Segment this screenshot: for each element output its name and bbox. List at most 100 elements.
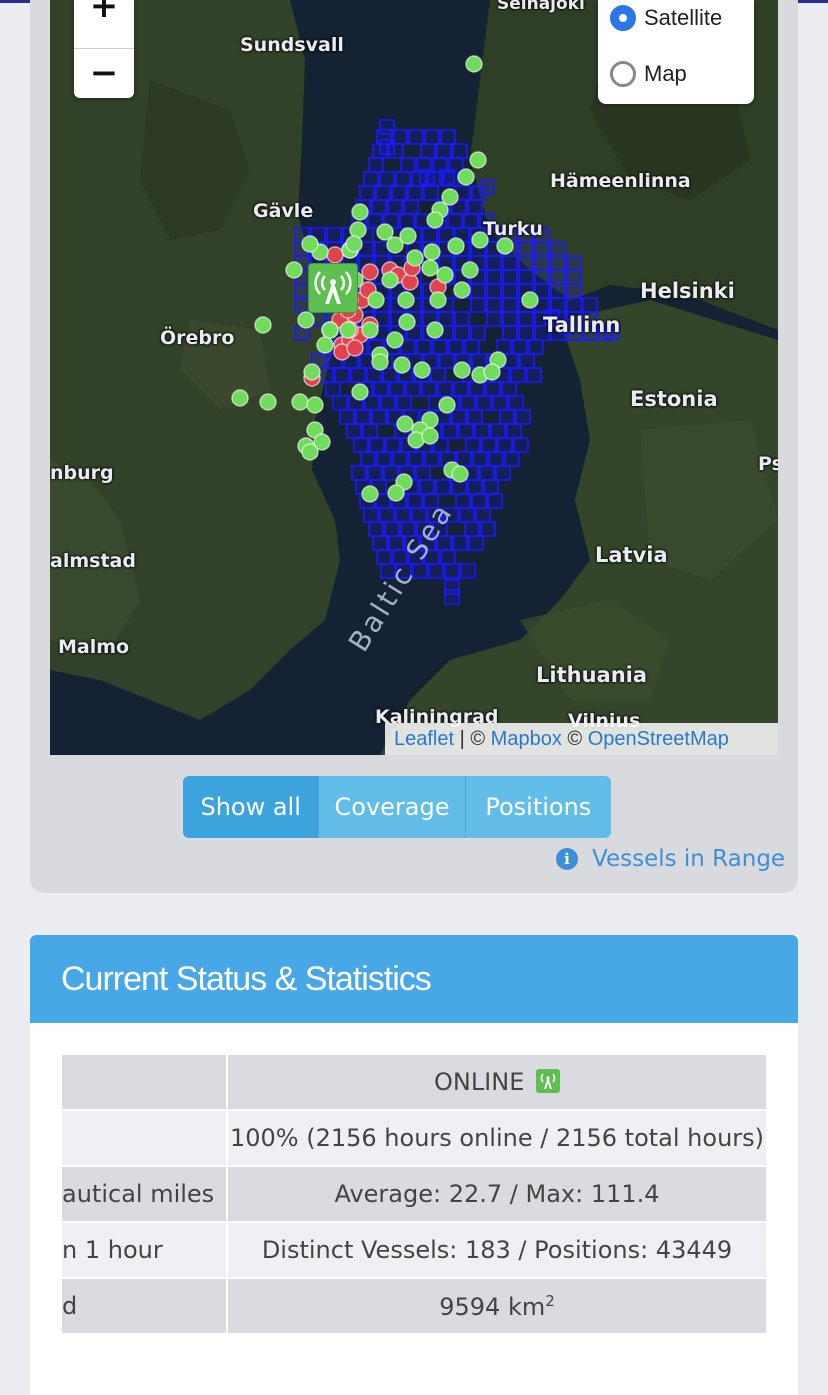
stat-value: 100% (2156 hours online / 2156 total hou… xyxy=(226,1109,768,1167)
layer-switcher: Satellite Map xyxy=(598,0,754,104)
layer-option-map[interactable]: Map xyxy=(610,61,687,87)
map-view[interactable]: Seinajoki Sundsvall Hämeenlinna Gävle Tu… xyxy=(50,0,778,755)
vessel-marker-green xyxy=(426,321,444,339)
status-panel: Current Status & Statistics ONLINE 100% … xyxy=(30,935,798,1395)
vessel-marker-green xyxy=(303,363,321,381)
leaflet-link[interactable]: Leaflet xyxy=(394,728,454,751)
area-value: 9594 km xyxy=(439,1292,546,1321)
antenna-icon[interactable] xyxy=(308,263,358,313)
vessel-marker-green xyxy=(316,336,334,354)
vessel-marker-green xyxy=(371,353,389,371)
vessel-marker-green xyxy=(453,361,471,379)
table-row: ONLINE xyxy=(60,1053,768,1111)
place-label: Sundsvall xyxy=(240,34,344,56)
vessel-marker-green xyxy=(447,237,465,255)
place-label: Örebro xyxy=(160,327,235,349)
map-attribution: Leaflet | © Mapbox © OpenStreetMap xyxy=(385,723,778,755)
vessel-marker-green xyxy=(426,211,444,229)
status-title: Current Status & Statistics xyxy=(30,935,798,1023)
stat-key xyxy=(60,1053,228,1111)
place-label: Tallinn xyxy=(543,313,621,337)
vessel-marker-green xyxy=(361,485,379,503)
vessel-marker-green xyxy=(399,227,417,245)
vessel-marker-green xyxy=(285,261,303,279)
vessel-marker-green xyxy=(321,321,339,339)
attribution-separator: | © xyxy=(454,727,491,750)
stat-value: ONLINE xyxy=(226,1053,768,1111)
stat-key: autical miles xyxy=(60,1165,228,1223)
vessel-marker-green xyxy=(413,361,431,379)
vessel-marker-green xyxy=(451,465,469,483)
place-label: Seinajoki xyxy=(497,0,585,14)
vessel-marker-green xyxy=(398,313,416,331)
zoom-out-button[interactable]: − xyxy=(74,48,134,97)
vessel-marker-green xyxy=(406,249,424,267)
zoom-in-button[interactable]: + xyxy=(74,0,134,30)
vessel-marker-green xyxy=(423,243,441,261)
map-view-toggle: Show all Coverage Positions xyxy=(183,776,611,838)
mapbox-link[interactable]: Mapbox xyxy=(491,728,562,751)
area-unit-exponent: 2 xyxy=(545,1291,555,1310)
place-label: nburg xyxy=(50,462,114,484)
vessel-marker-green xyxy=(461,261,479,279)
vessel-marker-green xyxy=(259,393,277,411)
vessel-markers xyxy=(231,55,539,503)
vessel-marker-green xyxy=(306,396,324,414)
vessel-marker-green xyxy=(397,291,415,309)
show-all-button[interactable]: Show all xyxy=(183,776,320,838)
positions-button[interactable]: Positions xyxy=(465,776,611,838)
zoom-control: + − xyxy=(74,0,134,98)
place-label: Malmo xyxy=(58,636,130,658)
vessel-marker-green xyxy=(453,281,471,299)
vessel-marker-green xyxy=(393,356,411,374)
place-label: Turku xyxy=(483,218,543,240)
vessel-marker-green xyxy=(421,427,439,445)
place-label: almstad xyxy=(50,550,136,572)
vessel-marker-green xyxy=(387,484,405,502)
vessel-marker-green xyxy=(301,235,319,253)
place-label: Helsinki xyxy=(640,279,735,303)
table-row: 100% (2156 hours online / 2156 total hou… xyxy=(60,1109,768,1167)
stats-table: ONLINE 100% (2156 hours online / 2156 to… xyxy=(60,1053,768,1335)
openstreetmap-link[interactable]: OpenStreetMap xyxy=(588,728,729,751)
vessel-marker-green xyxy=(345,235,363,253)
vessel-marker-red xyxy=(326,246,344,264)
vessel-marker-green xyxy=(457,168,475,186)
status-online-text: ONLINE xyxy=(433,1068,525,1096)
place-label: Ps xyxy=(758,453,778,475)
vessel-marker-green xyxy=(381,271,399,289)
table-row: n 1 hour Distinct Vessels: 183 / Positio… xyxy=(60,1221,768,1279)
radio-unchecked-icon[interactable] xyxy=(610,61,636,87)
table-row: autical miles Average: 22.7 / Max: 111.4 xyxy=(60,1165,768,1223)
vessel-marker-green xyxy=(429,291,447,309)
place-label: Lithuania xyxy=(536,663,648,687)
vessels-in-range-label: Vessels in Range xyxy=(592,846,786,872)
stat-key: d xyxy=(60,1277,228,1335)
vessel-marker-red xyxy=(346,339,364,357)
vessel-marker-green xyxy=(351,383,369,401)
layer-label: Satellite xyxy=(644,5,723,30)
vessel-marker-green xyxy=(483,363,501,381)
vessel-marker-green xyxy=(254,316,272,334)
vessel-marker-green xyxy=(291,393,309,411)
radio-checked-icon[interactable] xyxy=(610,5,636,31)
stat-key xyxy=(60,1109,228,1167)
vessel-marker-green xyxy=(521,291,539,309)
place-label: Gävle xyxy=(253,200,314,222)
vessel-marker-green xyxy=(231,389,249,407)
vessel-marker-green xyxy=(301,443,319,461)
stat-value: Distinct Vessels: 183 / Positions: 43449 xyxy=(226,1221,768,1279)
table-row: d 9594 km2 xyxy=(60,1277,768,1335)
vessel-marker-red xyxy=(361,263,379,281)
coverage-button[interactable]: Coverage xyxy=(319,776,466,838)
vessel-marker-green xyxy=(351,203,369,221)
vessel-marker-green xyxy=(367,291,385,309)
attribution-separator: © xyxy=(561,727,588,750)
vessel-marker-green xyxy=(496,237,514,255)
vessel-marker-green xyxy=(421,259,439,277)
info-icon: i xyxy=(556,848,578,870)
layer-option-satellite[interactable]: Satellite xyxy=(610,5,722,31)
stat-value: Average: 22.7 / Max: 111.4 xyxy=(226,1165,768,1223)
vessels-in-range-link[interactable]: i Vessels in Range xyxy=(556,843,785,875)
vessel-marker-green xyxy=(339,321,357,339)
